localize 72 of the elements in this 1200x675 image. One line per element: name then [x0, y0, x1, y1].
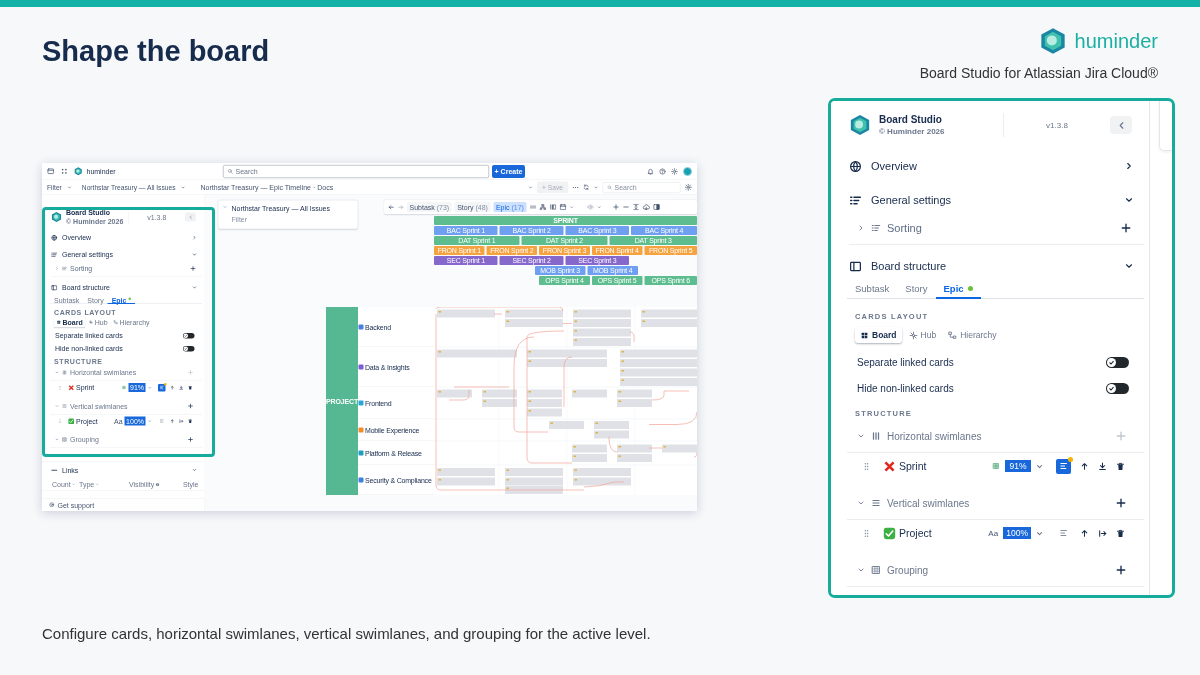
align-left-icon	[1058, 461, 1069, 471]
layout-button[interactable]	[158, 383, 166, 392]
layout-option[interactable]: Board	[855, 327, 902, 343]
section-title[interactable]: Overview	[871, 160, 1115, 172]
rows-icon	[871, 498, 881, 508]
board-icon	[860, 330, 869, 340]
section-title[interactable]: General settings	[871, 194, 1115, 206]
logo	[74, 167, 83, 176]
hub-icon	[908, 330, 918, 340]
trash-icon[interactable]	[188, 385, 193, 390]
plus-icon[interactable]	[1115, 564, 1127, 576]
percentage-value[interactable]: 91%	[1005, 460, 1031, 472]
card-edge	[1159, 101, 1172, 151]
chevron-down-icon[interactable]	[1124, 261, 1134, 271]
logo	[849, 114, 871, 136]
toggle-switch[interactable]	[1106, 356, 1129, 368]
copyright-text: © Huminder 2026	[879, 127, 946, 136]
slide-title: Shape the board	[42, 34, 270, 69]
layout-button[interactable]	[1056, 458, 1071, 474]
app-switcher-icon[interactable]	[60, 167, 68, 175]
plus-icon[interactable]	[1120, 222, 1132, 234]
chevron-right-icon[interactable]	[1124, 161, 1134, 171]
toggle-label: Separate linked cards	[857, 356, 955, 368]
app-title: Board Studio	[879, 114, 943, 125]
setting-title[interactable]: Sorting	[887, 222, 1114, 234]
level-tab[interactable]: Subtask	[847, 283, 898, 299]
slide-caption: Configure cards, horizontal swimlanes, vertical swimlanes, and grouping for the active level.	[42, 625, 652, 642]
trash-icon[interactable]	[188, 418, 193, 424]
align-left-icon	[1058, 528, 1069, 538]
sort-icon	[871, 223, 881, 233]
level-tab[interactable]: Epic	[935, 283, 981, 299]
table-icon	[991, 461, 1001, 471]
columns-icon	[871, 431, 881, 441]
percentage-value[interactable]: 100%	[1003, 527, 1031, 539]
version-label: v1.3.8	[1045, 120, 1069, 130]
info-icon	[155, 482, 160, 487]
swimlane-group-title: Horizontal swimlanes	[887, 430, 983, 442]
board-icon	[849, 259, 862, 273]
logo	[51, 211, 62, 223]
globe-icon	[849, 159, 862, 173]
field-name: Sprint	[899, 460, 928, 472]
move-to-bottom-icon[interactable]	[1098, 461, 1107, 471]
hierarchy-icon	[948, 330, 958, 340]
logo	[1038, 27, 1067, 55]
toggle-switch[interactable]	[1106, 382, 1129, 394]
swimlane-group-title: Vertical swimlanes	[887, 497, 971, 509]
drag-handle-icon[interactable]	[862, 461, 871, 471]
check-icon	[1108, 358, 1115, 366]
toggle-switch[interactable]	[183, 345, 195, 352]
trash-icon[interactable]	[1116, 461, 1125, 471]
layout-option[interactable]: Hub	[903, 327, 942, 343]
chevron-down-icon[interactable]	[1124, 195, 1134, 205]
avatar[interactable]	[683, 166, 692, 176]
layout-option[interactable]: Hierarchy	[943, 327, 1002, 343]
brand-name: huminder	[1074, 29, 1158, 53]
plus-icon[interactable]	[1115, 497, 1127, 509]
level-tab[interactable]: Story	[897, 283, 936, 299]
arrow-up-icon[interactable]	[1080, 528, 1089, 538]
toggle-switch[interactable]	[183, 332, 195, 339]
toggle-label: Hide non-linked cards	[857, 382, 955, 394]
swimlane-group-title: Grouping	[887, 564, 930, 576]
collapse-button[interactable]	[1110, 116, 1132, 134]
field-name: Project	[899, 527, 933, 539]
tagline: Board Studio for Atlassian Jira Cloud®	[919, 65, 1158, 81]
arrow-up-icon[interactable]	[1080, 461, 1089, 471]
move-to-end-icon[interactable]	[1098, 528, 1107, 538]
check-icon	[1108, 384, 1115, 392]
section-title[interactable]: Board structure	[871, 260, 1115, 272]
trash-icon[interactable]	[1116, 528, 1125, 538]
drag-handle-icon[interactable]	[862, 528, 871, 538]
text-format-label: Aa	[987, 528, 1000, 538]
grid-icon	[871, 565, 881, 575]
